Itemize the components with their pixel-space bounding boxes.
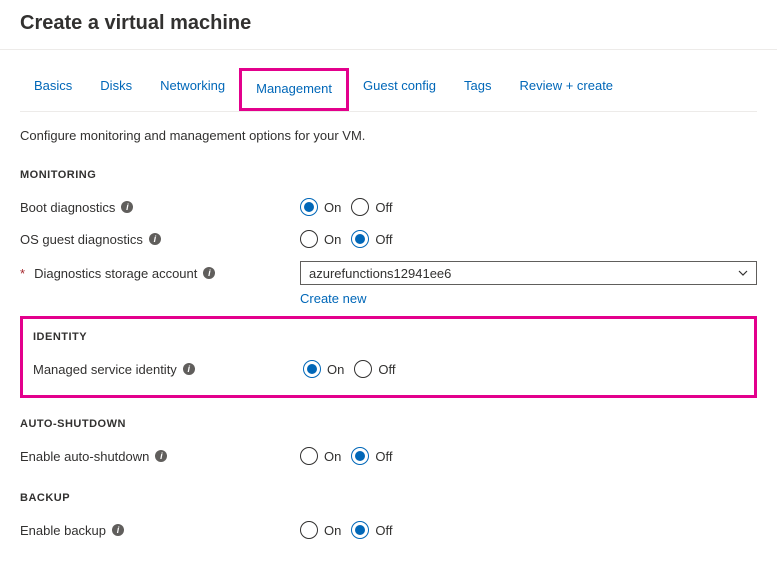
tab-disks[interactable]: Disks <box>86 68 146 111</box>
info-icon[interactable]: i <box>112 524 124 536</box>
msi-on[interactable]: On <box>303 360 344 378</box>
tab-management[interactable]: Management <box>239 68 349 111</box>
auto-shutdown-off[interactable]: Off <box>351 447 392 465</box>
info-icon[interactable]: i <box>121 201 133 213</box>
label-diagnostics-storage-account: Diagnostics storage account <box>34 266 197 281</box>
msi-off[interactable]: Off <box>354 360 395 378</box>
field-managed-service-identity: Managed service identity i On Off <box>33 353 744 385</box>
create-new-link[interactable]: Create new <box>300 287 366 306</box>
backup-off[interactable]: Off <box>351 521 392 539</box>
radio-label-off: Off <box>375 523 392 538</box>
info-icon[interactable]: i <box>149 233 161 245</box>
label-boot-diagnostics: Boot diagnostics <box>20 200 115 215</box>
label-enable-backup: Enable backup <box>20 523 106 538</box>
boot-diagnostics-off[interactable]: Off <box>351 198 392 216</box>
backup-on[interactable]: On <box>300 521 341 539</box>
radio-label-off: Off <box>375 232 392 247</box>
field-diagnostics-storage-account: * Diagnostics storage account i azurefun… <box>20 255 757 291</box>
field-boot-diagnostics: Boot diagnostics i On Off <box>20 191 757 223</box>
section-auto-shutdown: AUTO-SHUTDOWN <box>20 398 757 440</box>
radio-label-on: On <box>324 232 341 247</box>
required-indicator: * <box>20 266 25 281</box>
radio-label-on: On <box>324 523 341 538</box>
tab-basics[interactable]: Basics <box>20 68 86 111</box>
field-enable-backup: Enable backup i On Off <box>20 514 757 546</box>
label-managed-service-identity: Managed service identity <box>33 362 177 377</box>
os-guest-diagnostics-on[interactable]: On <box>300 230 341 248</box>
tabs: Basics Disks Networking Management Guest… <box>20 68 757 112</box>
section-identity: IDENTITY <box>33 325 744 353</box>
tab-guest-config[interactable]: Guest config <box>349 68 450 111</box>
tab-tags[interactable]: Tags <box>450 68 505 111</box>
info-icon[interactable]: i <box>155 450 167 462</box>
section-backup: BACKUP <box>20 472 757 514</box>
radio-label-off: Off <box>375 449 392 464</box>
label-enable-auto-shutdown: Enable auto-shutdown <box>20 449 149 464</box>
radio-label-off: Off <box>375 200 392 215</box>
page-title: Create a virtual machine <box>0 0 777 50</box>
radio-label-on: On <box>324 200 341 215</box>
section-monitoring: MONITORING <box>20 149 757 191</box>
radio-label-off: Off <box>378 362 395 377</box>
radio-label-on: On <box>327 362 344 377</box>
info-icon[interactable]: i <box>183 363 195 375</box>
tab-description: Configure monitoring and management opti… <box>20 112 757 149</box>
tab-networking[interactable]: Networking <box>146 68 239 111</box>
field-enable-auto-shutdown: Enable auto-shutdown i On Off <box>20 440 757 472</box>
select-value: azurefunctions12941ee6 <box>309 266 451 281</box>
os-guest-diagnostics-off[interactable]: Off <box>351 230 392 248</box>
diagnostics-storage-account-select[interactable]: azurefunctions12941ee6 <box>300 261 757 285</box>
info-icon[interactable]: i <box>203 267 215 279</box>
tab-review-create[interactable]: Review + create <box>505 68 627 111</box>
label-os-guest-diagnostics: OS guest diagnostics <box>20 232 143 247</box>
chevron-down-icon <box>738 268 748 278</box>
identity-highlight: IDENTITY Managed service identity i On O… <box>20 316 757 398</box>
field-os-guest-diagnostics: OS guest diagnostics i On Off <box>20 223 757 255</box>
radio-label-on: On <box>324 449 341 464</box>
auto-shutdown-on[interactable]: On <box>300 447 341 465</box>
boot-diagnostics-on[interactable]: On <box>300 198 341 216</box>
